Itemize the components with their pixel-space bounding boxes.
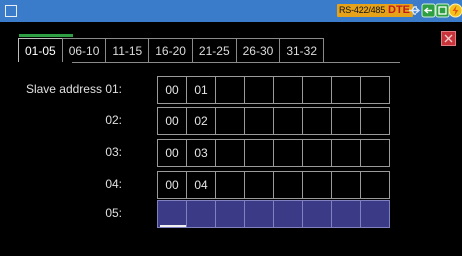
address-cell[interactable]	[331, 171, 361, 199]
row-label-02: 02:	[105, 113, 122, 127]
active-tab-indicator	[19, 34, 73, 37]
address-cell[interactable]	[273, 200, 303, 228]
address-cell[interactable]	[244, 171, 274, 199]
address-cell[interactable]	[302, 139, 332, 167]
address-cell[interactable]: 04	[186, 171, 216, 199]
row-label-04: 04:	[105, 177, 122, 191]
address-cell[interactable]: 00	[157, 107, 187, 135]
address-cell[interactable]	[215, 139, 245, 167]
address-cell[interactable]: 00	[157, 139, 187, 167]
address-cell[interactable]	[215, 200, 245, 228]
battery-charging-icon	[448, 3, 462, 18]
address-cell[interactable]	[360, 76, 390, 104]
address-row-03: 00 03	[157, 139, 390, 167]
address-cell[interactable]	[331, 139, 361, 167]
address-cell[interactable]	[244, 200, 274, 228]
address-cell[interactable]	[302, 171, 332, 199]
address-cell[interactable]	[186, 200, 216, 228]
address-cell[interactable]: 02	[186, 107, 216, 135]
address-cell[interactable]	[360, 139, 390, 167]
tab-divider	[72, 62, 400, 63]
address-cell[interactable]	[273, 171, 303, 199]
address-cell[interactable]	[273, 76, 303, 104]
address-row-01: 00 01	[157, 76, 390, 104]
address-cell[interactable]	[215, 107, 245, 135]
address-cell[interactable]	[302, 76, 332, 104]
address-cell[interactable]	[215, 171, 245, 199]
tab-06-10[interactable]: 06-10	[61, 38, 107, 62]
address-cell[interactable]: 00	[157, 171, 187, 199]
address-cell[interactable]	[215, 76, 245, 104]
address-cell[interactable]	[331, 107, 361, 135]
menu-icon[interactable]	[5, 5, 17, 17]
tab-01-05[interactable]: 01-05	[18, 38, 63, 62]
address-cell[interactable]	[331, 200, 361, 228]
address-cell[interactable]: 00	[157, 76, 187, 104]
tab-31-32[interactable]: 31-32	[279, 38, 325, 62]
row-label-05: 05:	[105, 206, 122, 220]
address-cell[interactable]	[273, 107, 303, 135]
tab-16-20[interactable]: 16-20	[148, 38, 193, 62]
address-cell[interactable]	[244, 139, 274, 167]
address-cell[interactable]	[331, 76, 361, 104]
address-row-04: 00 04	[157, 171, 390, 199]
tab-21-25[interactable]: 21-25	[191, 38, 237, 62]
address-cell[interactable]	[360, 107, 390, 135]
tab-bar: 01-05 06-10 11-15 16-20 21-25 26-30 31-3…	[18, 38, 325, 62]
address-row-05	[157, 200, 390, 228]
address-cell[interactable]: 01	[186, 76, 216, 104]
address-cell[interactable]	[244, 76, 274, 104]
network-icon	[421, 3, 436, 18]
interface-badge: RS-422/485	[337, 4, 388, 17]
row-label-03: 03:	[105, 145, 122, 159]
tab-11-15[interactable]: 11-15	[105, 38, 150, 62]
address-cell[interactable]	[360, 171, 390, 199]
close-icon[interactable]	[441, 31, 456, 46]
address-cell[interactable]	[360, 200, 390, 228]
address-cell[interactable]	[273, 139, 303, 167]
status-bar: RS-422/485 DTE	[0, 0, 462, 22]
address-cell[interactable]	[157, 200, 187, 228]
text-cursor	[160, 225, 186, 227]
address-cell[interactable]: 03	[186, 139, 216, 167]
address-cell[interactable]	[244, 107, 274, 135]
address-cell[interactable]	[302, 107, 332, 135]
address-row-02: 00 02	[157, 107, 390, 135]
address-cell[interactable]	[302, 200, 332, 228]
row-label-01: Slave address 01:	[25, 82, 122, 96]
tab-26-30[interactable]: 26-30	[235, 38, 281, 62]
